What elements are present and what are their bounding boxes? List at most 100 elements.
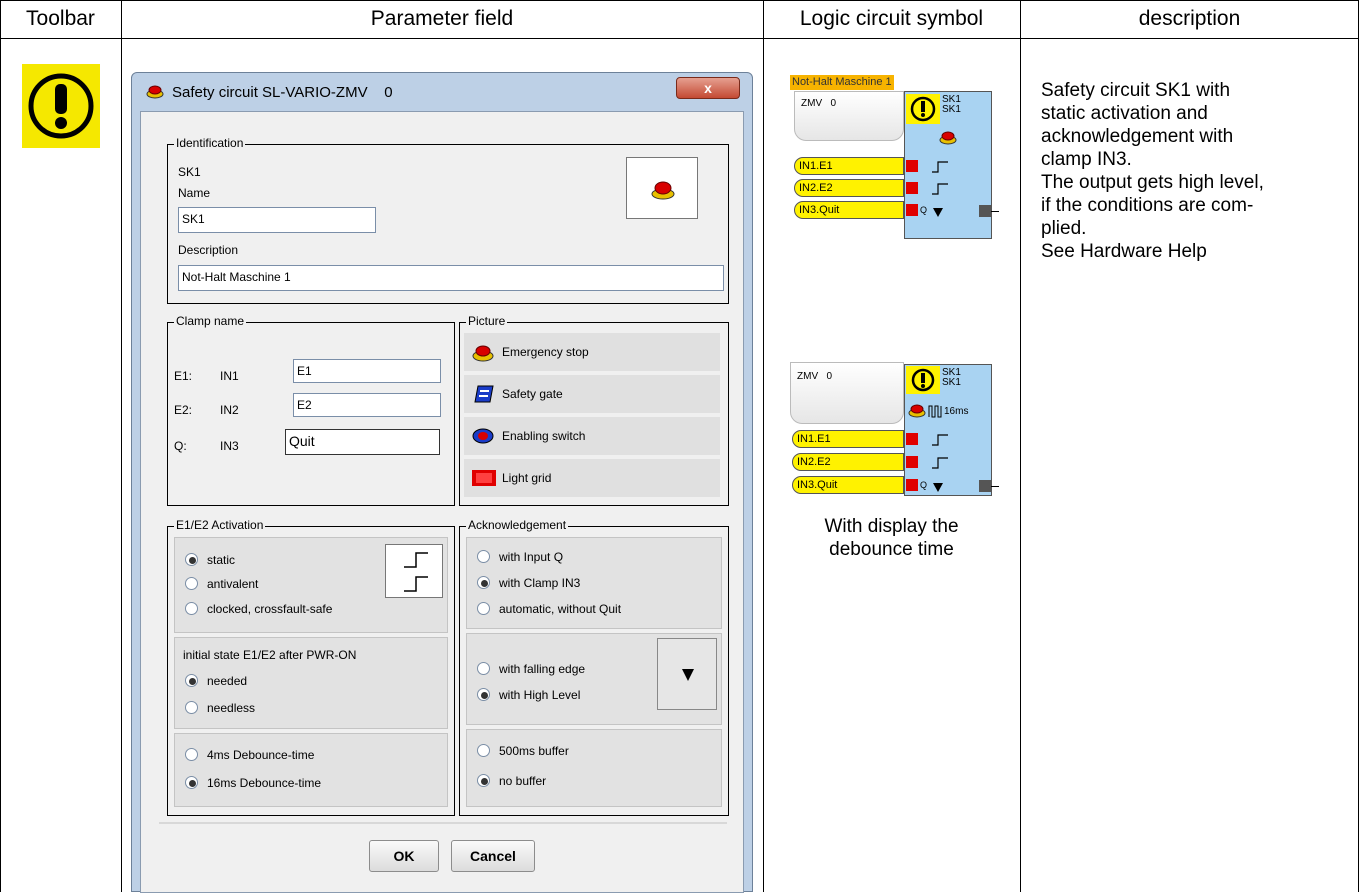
clamp-q-label: Q: — [174, 439, 187, 453]
emergency-stop-icon — [472, 345, 494, 362]
input-clamp-in2[interactable]: IN2.E2 — [792, 453, 904, 471]
output-terminal[interactable] — [979, 480, 991, 492]
signal-edge-icon — [385, 544, 443, 598]
radio-button[interactable] — [477, 774, 490, 787]
header-toolbar: Toolbar — [26, 7, 95, 30]
radio-clocked[interactable]: clocked, crossfault-safe — [185, 602, 445, 618]
logic-symbol-2[interactable]: ZMV 0 SK1 SK1 16ms IN1.E1 IN2.E2 IN3.Quit… — [790, 362, 1005, 497]
radio-button[interactable] — [185, 553, 198, 566]
q-output-label: Q — [920, 480, 928, 490]
picture-option-safety-gate[interactable]: Safety gate — [464, 375, 720, 413]
radio-label: clocked, crossfault-safe — [207, 602, 333, 616]
radio-falling-edge[interactable]: with falling edge — [477, 662, 657, 678]
radio-500ms-buffer[interactable]: 500ms buffer — [477, 744, 677, 760]
ack-buffer-panel: 500ms buffer no buffer — [466, 729, 722, 807]
clamp-q-field[interactable]: Quit — [285, 429, 440, 455]
radio-antivalent[interactable]: antivalent — [185, 577, 415, 593]
ack-edge-panel: with falling edge with High Level — [466, 633, 722, 725]
acknowledgement-caption: Acknowledgement — [466, 518, 569, 532]
radio-button[interactable] — [477, 602, 490, 615]
col-divider-1 — [121, 0, 122, 892]
activation-mode-panel: static antivalent clocked, crossfault-sa… — [174, 537, 448, 633]
radio-button[interactable] — [477, 688, 490, 701]
dialog-title-bar[interactable]: Safety circuit SL-VARIO-ZMV 0 x — [132, 73, 752, 109]
clamp-marker — [906, 204, 918, 216]
activation-group: E1/E2 Activation static antivalent clock… — [167, 518, 455, 816]
input-clamp-in1[interactable]: IN1.E1 — [792, 430, 904, 448]
warning-icon[interactable] — [22, 64, 100, 148]
picture-option-enabling-switch[interactable]: Enabling switch — [464, 417, 720, 455]
radio-no-buffer[interactable]: no buffer — [477, 774, 677, 790]
safety-circuit-dialog: Safety circuit SL-VARIO-ZMV 0 x Identifi… — [131, 72, 753, 893]
picture-group: Picture Emergency stop Safety gate Enabl… — [459, 314, 729, 506]
radio-with-clamp-in3[interactable]: with Clamp IN3 — [477, 576, 707, 592]
radio-label: 16ms Debounce-time — [207, 776, 322, 790]
input-clamp-in3[interactable]: IN3.Quit — [794, 201, 904, 219]
input-clamp-in3[interactable]: IN3.Quit — [792, 476, 904, 494]
radio-button[interactable] — [185, 577, 198, 590]
radio-button[interactable] — [477, 662, 490, 675]
radio-label: 4ms Debounce-time — [207, 748, 315, 762]
q-output-label: Q — [920, 205, 928, 215]
radio-needless[interactable]: needless — [185, 701, 385, 717]
initial-state-panel: initial state E1/E2 after PWR-ON needed … — [174, 637, 448, 729]
activation-caption: E1/E2 Activation — [174, 518, 266, 532]
radio-with-input-q[interactable]: with Input Q — [477, 550, 707, 566]
clamp-marker — [906, 160, 918, 172]
radio-16ms-debounce[interactable]: 16ms Debounce-time — [185, 776, 405, 792]
clamp-marker — [906, 433, 918, 445]
radio-button[interactable] — [185, 674, 198, 687]
input-clamp-in1[interactable]: IN1.E1 — [794, 157, 904, 175]
output-terminal[interactable] — [979, 205, 991, 217]
radio-label: with Clamp IN3 — [499, 576, 581, 590]
symbol-name-label: Not-Halt Maschine 1 — [790, 75, 894, 90]
picture-option-emergency-stop[interactable]: Emergency stop — [464, 333, 720, 371]
col-divider-3 — [1020, 0, 1021, 892]
picture-option-light-grid[interactable]: Light grid — [464, 459, 720, 497]
radio-static[interactable]: static — [185, 553, 415, 569]
clamp-e1-label: E1: — [174, 369, 193, 383]
logic-symbol-1[interactable]: Not-Halt Maschine 1 ZMV 0 SK1 SK1 IN1.E1 … — [790, 75, 1005, 240]
close-button[interactable]: x — [676, 77, 740, 99]
radio-needed[interactable]: needed — [185, 674, 385, 690]
picture-option-label: Enabling switch — [502, 429, 586, 443]
symbol-sk-label: SK1 SK1 — [942, 94, 961, 115]
radio-automatic[interactable]: automatic, without Quit — [477, 602, 717, 618]
clamp-e1-field[interactable]: E1 — [293, 359, 441, 383]
acknowledgement-group: Acknowledgement with Input Q with Clamp … — [459, 518, 729, 816]
radio-label: 500ms buffer — [499, 744, 569, 758]
name-field[interactable]: SK1 — [178, 207, 376, 233]
description-field[interactable]: Not-Halt Maschine 1 — [178, 265, 724, 291]
picture-option-label: Safety gate — [502, 387, 563, 401]
radio-button[interactable] — [185, 701, 198, 714]
radio-button[interactable] — [185, 748, 198, 761]
radio-button[interactable] — [477, 576, 490, 589]
output-line — [991, 486, 999, 487]
emergency-stop-icon — [939, 131, 957, 145]
ack-mode-panel: with Input Q with Clamp IN3 automatic, w… — [466, 537, 722, 629]
ok-button[interactable]: OK — [369, 840, 439, 872]
radio-high-level[interactable]: with High Level — [477, 688, 657, 704]
clamp-e2-clamp: IN2 — [220, 403, 239, 417]
header-logic-symbol: Logic circuit symbol — [799, 7, 984, 30]
warning-icon — [906, 366, 940, 394]
radio-label: with High Level — [499, 688, 581, 702]
emergency-stop-icon — [908, 404, 926, 418]
clamp-marker — [906, 456, 918, 468]
cancel-button[interactable]: Cancel — [451, 840, 535, 872]
radio-button[interactable] — [477, 550, 490, 563]
dialog-body: Identification SK1 Name SK1 Description … — [140, 111, 744, 893]
radio-4ms-debounce[interactable]: 4ms Debounce-time — [185, 748, 405, 764]
radio-button[interactable] — [185, 602, 198, 615]
light-grid-icon — [472, 470, 496, 486]
input-clamp-in2[interactable]: IN2.E2 — [794, 179, 904, 197]
radio-button[interactable] — [477, 744, 490, 757]
col-divider-2 — [763, 0, 764, 892]
radio-label: static — [207, 553, 236, 567]
radio-button[interactable] — [185, 776, 198, 789]
rising-edge-icon — [932, 457, 948, 469]
clamp-e2-field[interactable]: E2 — [293, 393, 441, 417]
enabling-switch-icon — [472, 428, 494, 444]
zmv-block: ZMV 0 — [794, 91, 904, 141]
down-triangle-icon — [933, 483, 943, 492]
